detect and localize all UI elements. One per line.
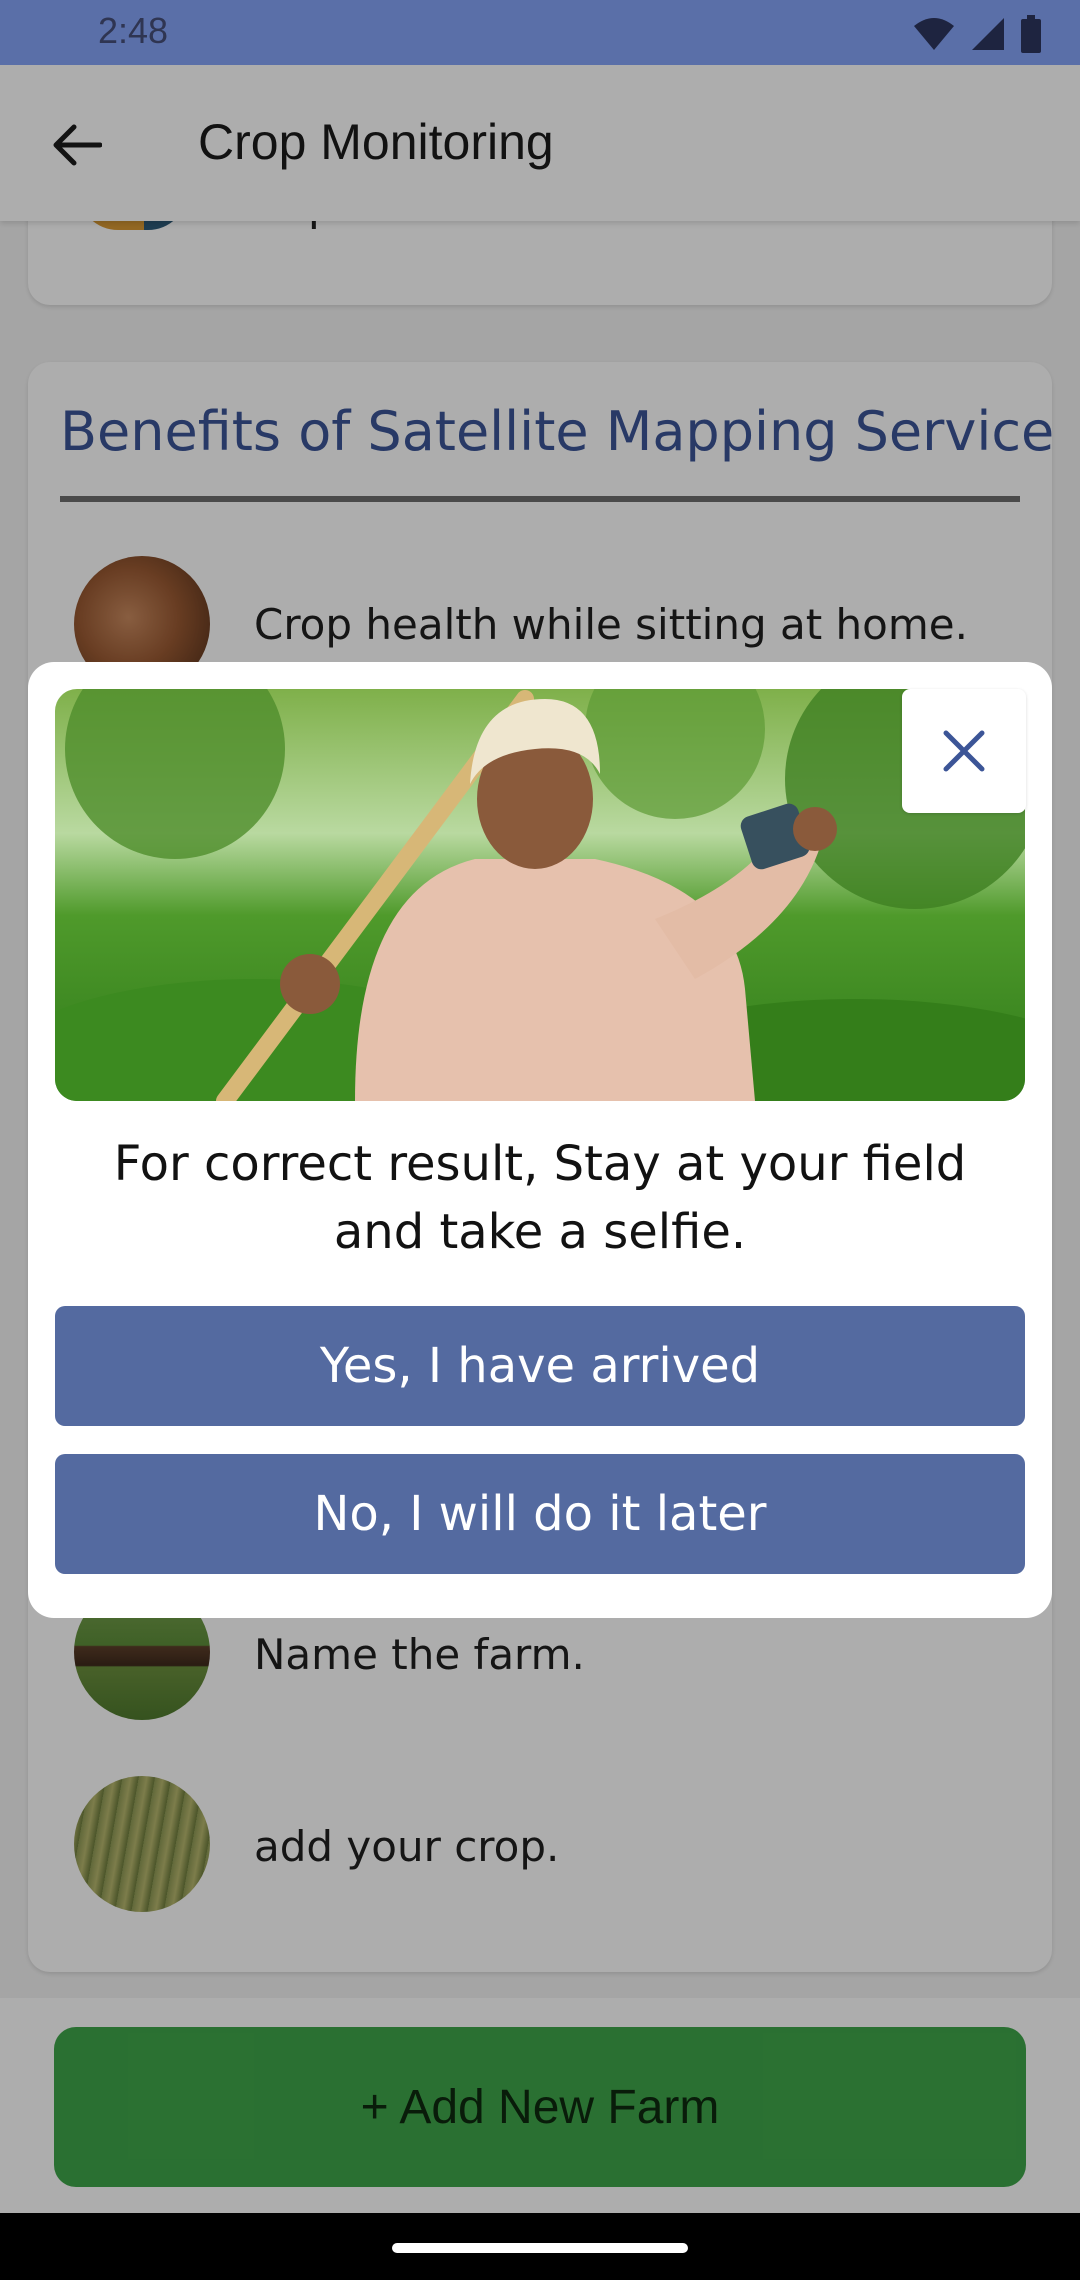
farmer-illustration xyxy=(55,689,1025,1101)
status-icons xyxy=(912,14,1042,54)
yes-arrived-button[interactable]: Yes, I have arrived xyxy=(55,1306,1025,1426)
signal-icon xyxy=(972,18,1004,50)
dialog-message: For correct result, Stay at your field a… xyxy=(113,1136,967,1260)
wifi-icon xyxy=(914,18,954,50)
status-time: 2:48 xyxy=(98,10,169,51)
farmer-selfie-image xyxy=(55,689,1025,1101)
home-indicator[interactable] xyxy=(392,2243,688,2253)
close-button[interactable] xyxy=(902,689,1026,813)
close-icon xyxy=(943,730,985,772)
selfie-dialog: For correct result, Stay at your field a… xyxy=(28,662,1052,1618)
battery-icon xyxy=(1021,15,1041,53)
no-later-button[interactable]: No, I will do it later xyxy=(55,1454,1025,1574)
